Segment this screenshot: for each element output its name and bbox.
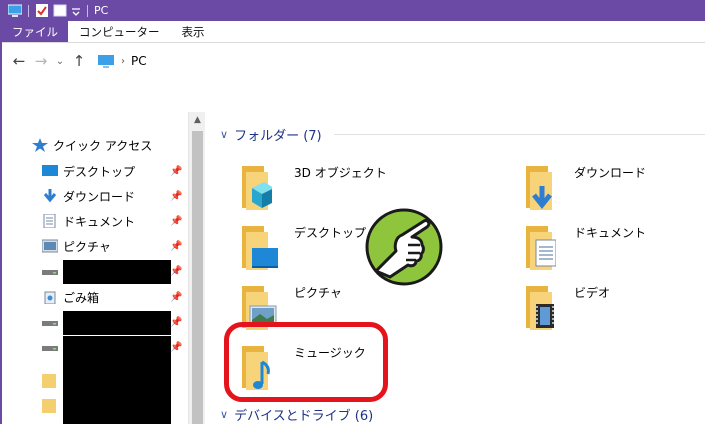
pin-icon[interactable]: 📌	[170, 241, 182, 252]
ribbon-tabs: ファイル コンピューター 表示	[2, 21, 705, 43]
folder-3d-objects-icon	[212, 162, 274, 214]
desktop-icon	[42, 164, 58, 178]
nav-quick-access-label: クイック アクセス	[53, 138, 153, 153]
address-field[interactable]: › PC	[96, 49, 656, 73]
pictures-icon	[41, 239, 59, 253]
folder-videos[interactable]: ビデオ	[496, 282, 705, 338]
nav-item-label: ダウンロード	[63, 189, 136, 204]
nav-scrollbar[interactable]: ▲	[188, 112, 205, 424]
scroll-up-icon[interactable]: ▲	[189, 112, 206, 129]
folder-videos-icon	[496, 282, 554, 334]
drive-icon	[42, 264, 58, 278]
folder-icon	[42, 374, 58, 388]
navigation-pane: クイック アクセス デスクトップ 📌 ダウンロード 📌 ドキュメント 📌 ピクチ…	[4, 112, 189, 424]
drive-icon	[42, 340, 58, 354]
pin-icon[interactable]: 📌	[170, 191, 182, 202]
folder-desktop-icon	[212, 222, 278, 274]
recycle-bin-icon	[42, 290, 58, 305]
nav-item-label: ピクチャ	[63, 239, 111, 254]
chevron-down-icon: ∨	[220, 407, 229, 421]
tab-computer[interactable]: コンピューター	[68, 21, 171, 42]
pin-icon[interactable]: 📌	[170, 216, 182, 227]
nav-item-label: ごみ箱	[63, 290, 100, 305]
tab-file[interactable]: ファイル	[2, 21, 68, 42]
folder-downloads-icon	[496, 162, 552, 214]
back-icon[interactable]: ←	[8, 52, 30, 70]
redacted-label	[63, 311, 171, 335]
explorer-window: PC ファイル コンピューター 表示 ← → ⌄ ↑ › PC クイック アクセ…	[0, 0, 705, 424]
chevron-down-icon: ∨	[220, 127, 229, 141]
breadcrumb-pc[interactable]: PC	[131, 54, 147, 68]
dropdown-icon[interactable]	[71, 4, 81, 17]
recent-icon[interactable]: ⌄	[52, 56, 68, 67]
pointing-hand-icon	[365, 208, 443, 286]
download-icon	[42, 189, 58, 203]
group-divider	[334, 134, 705, 135]
forward-icon[interactable]: →	[30, 52, 52, 70]
pin-icon[interactable]: 📌	[170, 317, 182, 328]
quick-access-toolbar	[7, 4, 94, 17]
separator	[87, 4, 88, 17]
folder-icon	[42, 399, 58, 413]
pin-icon[interactable]: 📌	[170, 266, 182, 277]
star-icon	[32, 138, 48, 152]
folder-documents-icon	[496, 222, 557, 274]
group-header-devices[interactable]: ∨ デバイスとドライブ (6)	[220, 404, 373, 424]
nav-item-label: デスクトップ	[63, 164, 136, 179]
nav-item-label: ドキュメント	[63, 214, 136, 229]
pin-icon[interactable]: 📌	[170, 342, 182, 353]
separator	[28, 4, 29, 17]
document-icon	[42, 213, 58, 229]
window-title: PC	[94, 4, 109, 17]
group-header-folders[interactable]: ∨ フォルダー (7)	[220, 124, 322, 144]
address-bar-row: ← → ⌄ ↑ › PC	[2, 43, 705, 79]
folder-documents[interactable]: ドキュメント	[496, 222, 705, 278]
properties-icon[interactable]	[35, 4, 49, 17]
pin-icon[interactable]: 📌	[170, 166, 182, 177]
tab-view[interactable]: 表示	[171, 21, 216, 42]
pin-icon[interactable]: 📌	[170, 292, 182, 303]
pc-icon[interactable]	[7, 4, 23, 17]
breadcrumb-chevron-icon: ›	[121, 55, 125, 67]
redacted-label	[63, 260, 171, 284]
title-bar: PC	[2, 0, 705, 21]
scroll-thumb[interactable]	[192, 131, 203, 424]
up-icon[interactable]: ↑	[68, 52, 90, 70]
pc-icon	[98, 55, 114, 68]
new-folder-icon[interactable]	[53, 4, 67, 17]
folder-downloads[interactable]: ダウンロード	[496, 162, 705, 218]
drive-icon	[42, 315, 58, 329]
highlight-frame	[224, 322, 388, 402]
